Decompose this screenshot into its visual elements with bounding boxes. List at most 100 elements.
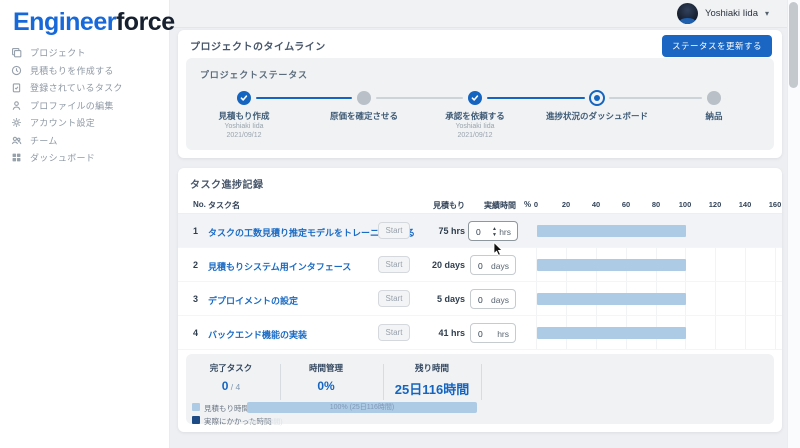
timeline-card-title: プロジェクトのタイムライン bbox=[190, 38, 326, 53]
registered-tasks-icon bbox=[11, 82, 22, 93]
summary-panel: 完了タスク 0 / 4 時間管理 0% 残り時間 25日116時間 見積もり時間… bbox=[186, 354, 774, 424]
projects-icon bbox=[11, 47, 22, 58]
step-pending-icon[interactable] bbox=[707, 91, 721, 105]
update-status-button[interactable]: ステータスを更新する bbox=[662, 35, 772, 57]
axis-tick: 60 bbox=[622, 200, 630, 209]
progress-bar bbox=[537, 225, 686, 237]
actual-hours-input[interactable]: 0 ▲▼ hrs bbox=[468, 221, 518, 241]
divider bbox=[383, 364, 384, 400]
step-current-icon[interactable] bbox=[589, 90, 605, 106]
top-header-bar: Yoshiaki Iida ▾ bbox=[170, 0, 787, 28]
mouse-cursor bbox=[493, 242, 504, 261]
account-settings-icon bbox=[11, 117, 22, 128]
task-name-link[interactable]: バックエンド機能の実装 bbox=[208, 328, 307, 341]
start-button[interactable]: Start bbox=[378, 290, 410, 307]
sidebar-item-edit-profile[interactable]: プロファイルの編集 bbox=[0, 97, 170, 115]
axis-tick: 40 bbox=[592, 200, 600, 209]
row-number: 4 bbox=[193, 328, 198, 338]
team-icon bbox=[11, 135, 22, 146]
sidebar-item-dashboard[interactable]: ダッシュボード bbox=[0, 149, 170, 167]
step-label: 進捗状況のダッシュボード bbox=[546, 110, 648, 122]
estimate-value: 41 hrs bbox=[418, 328, 465, 338]
task-progress-card: タスク進捗記録 No. タスク名 見積もり 実績時間 % 0 20 40 60 … bbox=[178, 168, 782, 432]
divider bbox=[280, 364, 281, 400]
sidebar-menu: プロジェクト 見積もりを作成する 登録されているタスク プロファイルの編集 アカ… bbox=[0, 44, 170, 167]
actual-hours-input[interactable]: 0 days bbox=[470, 289, 516, 309]
remaining-time-stat: 残り時間 25日116時間 bbox=[395, 362, 469, 398]
row-number: 2 bbox=[193, 260, 198, 270]
estimate-swatch-icon bbox=[192, 403, 200, 411]
step-label: 原価を確定させる bbox=[330, 110, 398, 122]
user-name: Yoshiaki Iida bbox=[705, 8, 758, 19]
sidebar-item-label: アカウント設定 bbox=[30, 116, 95, 129]
sidebar: Engineerforce プロジェクト 見積もりを作成する 登録されているタス… bbox=[0, 0, 170, 448]
axis-tick: 100 bbox=[679, 200, 692, 209]
step-pending-icon[interactable] bbox=[357, 91, 371, 105]
project-timeline-card: プロジェクトのタイムライン ステータスを更新する プロジェクトステータス 見積も… bbox=[178, 30, 782, 158]
task-name-link[interactable]: 見積もりシステム用インタフェース bbox=[208, 260, 351, 273]
avatar[interactable] bbox=[677, 3, 698, 24]
sidebar-item-create-estimate[interactable]: 見積もりを作成する bbox=[0, 62, 170, 80]
scrollbar-track[interactable] bbox=[787, 0, 800, 448]
col-estimate: 見積もり bbox=[433, 200, 465, 211]
sidebar-item-label: チーム bbox=[30, 134, 58, 147]
progress-bar bbox=[537, 259, 686, 271]
step-meta: Yoshiaki Iida2021/09/12 bbox=[455, 123, 494, 140]
edit-profile-icon bbox=[11, 100, 22, 111]
step-check-icon[interactable] bbox=[237, 91, 251, 105]
user-menu[interactable]: Yoshiaki Iida ▾ bbox=[677, 3, 769, 24]
step-check-icon[interactable] bbox=[468, 91, 482, 105]
time-management-stat: 時間管理 0% bbox=[309, 362, 343, 393]
step-connector bbox=[609, 97, 702, 99]
progress-bar bbox=[537, 293, 686, 305]
col-no: No. bbox=[193, 200, 206, 209]
step-label: 見積もり作成 bbox=[218, 110, 269, 122]
sidebar-item-label: 登録されているタスク bbox=[30, 81, 123, 94]
scrollbar-thumb[interactable] bbox=[789, 2, 798, 88]
estimate-value: 5 days bbox=[418, 294, 465, 304]
axis-tick: 160 bbox=[769, 200, 782, 209]
col-task-name: タスク名 bbox=[208, 200, 240, 211]
estimate-value: 75 hrs bbox=[418, 226, 465, 236]
table-header: No. タスク名 見積もり 実績時間 % 0 20 40 60 80 100 1… bbox=[178, 194, 782, 214]
axis-tick: 120 bbox=[709, 200, 722, 209]
actual-hours-input[interactable]: 0 hrs bbox=[470, 323, 516, 343]
step-meta: Yoshiaki Iida2021/09/12 bbox=[224, 123, 263, 140]
col-actual: 実績時間 bbox=[478, 200, 516, 211]
step-label: 承認を依頼する bbox=[445, 110, 505, 122]
project-status-panel: プロジェクトステータス 見積もり作成 Yoshiaki Iida2021/09/… bbox=[186, 58, 774, 150]
axis-tick: 140 bbox=[739, 200, 752, 209]
start-button[interactable]: Start bbox=[378, 256, 410, 273]
table-row: 1 タスクの工数見積り推定モデルをトレーニングする Start 75 hrs 0… bbox=[178, 214, 782, 248]
sidebar-item-account-settings[interactable]: アカウント設定 bbox=[0, 114, 170, 132]
stepper-arrows-icon[interactable]: ▲▼ bbox=[490, 225, 499, 238]
step-label: 納品 bbox=[705, 110, 722, 122]
row-number: 1 bbox=[193, 226, 198, 236]
step-connector bbox=[487, 97, 585, 99]
divider bbox=[481, 364, 482, 400]
task-name-link[interactable]: デプロイメントの設定 bbox=[208, 294, 298, 307]
sidebar-item-label: プロファイルの編集 bbox=[30, 99, 114, 112]
sidebar-item-projects[interactable]: プロジェクト bbox=[0, 44, 170, 62]
sidebar-item-team[interactable]: チーム bbox=[0, 132, 170, 150]
app-logo[interactable]: Engineerforce bbox=[13, 8, 175, 37]
step-connector bbox=[256, 97, 352, 99]
sidebar-item-label: プロジェクト bbox=[30, 46, 86, 59]
row-number: 3 bbox=[193, 294, 198, 304]
table-row: 4 バックエンド機能の実装 Start 41 hrs 0 hrs bbox=[178, 316, 782, 350]
task-card-title: タスク進捗記録 bbox=[190, 176, 264, 191]
start-button[interactable]: Start bbox=[378, 324, 410, 341]
sidebar-item-label: 見積もりを作成する bbox=[30, 64, 114, 77]
table-row: 3 デプロイメントの設定 Start 5 days 0 days bbox=[178, 282, 782, 316]
sidebar-item-registered-tasks[interactable]: 登録されているタスク bbox=[0, 79, 170, 97]
step-connector bbox=[376, 97, 463, 99]
chevron-down-icon: ▾ bbox=[765, 9, 769, 18]
sidebar-item-label: ダッシュボード bbox=[30, 151, 95, 164]
progress-bar bbox=[537, 327, 686, 339]
estimate-time-bar: 100% (25日116時間) bbox=[247, 402, 477, 413]
table-row: 2 見積もりシステム用インタフェース Start 20 days 0 days bbox=[178, 248, 782, 282]
axis-tick: 0 bbox=[534, 200, 538, 209]
start-button[interactable]: Start bbox=[378, 222, 410, 239]
actual-time-bar-text: 0% (0時間) bbox=[248, 417, 283, 427]
estimate-value: 20 days bbox=[418, 260, 465, 270]
